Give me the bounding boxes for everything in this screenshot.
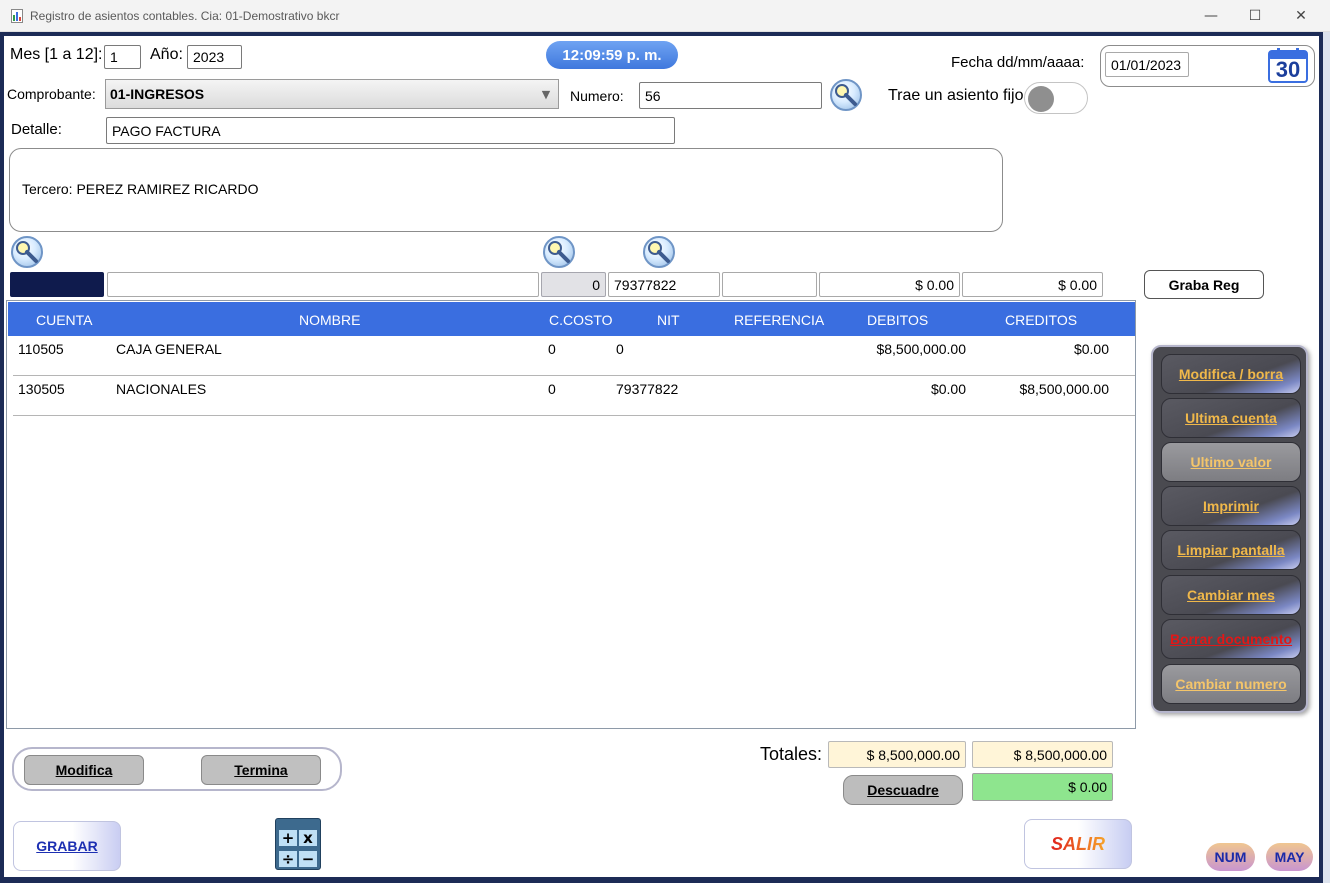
background-window — [1323, 32, 1330, 883]
cambiar-numero-button[interactable]: Cambiar numero — [1161, 664, 1301, 704]
salir-button[interactable]: SALIR — [1024, 819, 1132, 869]
num-lock-indicator: NUM — [1206, 843, 1255, 871]
search-nit-icon[interactable] — [643, 236, 675, 268]
cell-nombre: NACIONALES — [116, 381, 207, 397]
col-header-nombre[interactable]: NOMBRE — [299, 312, 360, 328]
close-button[interactable]: ✕ — [1278, 4, 1324, 28]
numero-input[interactable]: 56 — [639, 82, 822, 109]
termina-button[interactable]: Termina — [201, 755, 321, 785]
limpiar-pantalla-button[interactable]: Limpiar pantalla — [1161, 530, 1301, 570]
actions-panel: Modifica / borra Ultima cuenta Ultimo va… — [1151, 345, 1308, 713]
total-creditos: $ 8,500,000.00 — [972, 741, 1113, 768]
search-cuenta-icon[interactable] — [11, 236, 43, 268]
window-frame — [0, 32, 1330, 36]
ccosto-entry-input[interactable]: 0 — [541, 272, 606, 297]
calc-key: − — [299, 851, 317, 867]
cell-creditos: $0.00 — [1073, 341, 1109, 357]
toggle-knob — [1028, 86, 1054, 112]
ultimo-valor-button[interactable]: Ultimo valor — [1161, 442, 1301, 482]
nombre-entry-input[interactable] — [107, 272, 539, 297]
cell-ccosto: 0 — [548, 341, 556, 357]
calc-key: + — [279, 830, 297, 846]
asiento-fijo-label: Trae un asiento fijo — [888, 87, 1024, 104]
comprobante-select[interactable]: 01-INGRESOS — [105, 79, 559, 109]
cell-nit: 0 — [616, 341, 624, 357]
detalle-label: Detalle: — [11, 121, 62, 138]
modifica-button[interactable]: Modifica — [24, 755, 144, 785]
modifica-borra-button[interactable]: Modifica / borra — [1161, 354, 1301, 394]
mes-input[interactable]: 1 — [104, 45, 141, 69]
calculator-icon[interactable]: + x ÷ − — [275, 818, 321, 870]
descuadre-value: $ 0.00 — [972, 773, 1113, 801]
grabar-button[interactable]: GRABAR — [13, 821, 121, 871]
total-debitos: $ 8,500,000.00 — [828, 741, 966, 768]
table-row[interactable]: 130505 NACIONALES 0 79377822 $0.00 $8,50… — [13, 376, 1135, 416]
debitos-entry-input[interactable]: $ 0.00 — [819, 272, 960, 297]
creditos-entry-input[interactable]: $ 0.00 — [962, 272, 1103, 297]
window-frame — [0, 32, 4, 883]
app-icon — [11, 9, 23, 23]
window-title: Registro de asientos contables. Cia: 01-… — [30, 9, 340, 23]
cell-cuenta: 110505 — [18, 341, 64, 357]
graba-reg-button[interactable]: Graba Reg — [1144, 270, 1264, 299]
totales-label: Totales: — [760, 744, 823, 764]
ano-input[interactable]: 2023 — [187, 45, 242, 69]
cell-nombre: CAJA GENERAL — [116, 341, 222, 357]
comprobante-label: Comprobante: — [7, 86, 96, 102]
cuenta-entry-input[interactable] — [10, 272, 104, 297]
col-header-referencia[interactable]: REFERENCIA — [734, 312, 824, 328]
cell-debitos: $8,500,000.00 — [876, 341, 966, 357]
salir-label: SALIR — [1051, 833, 1105, 854]
cell-cuenta: 130505 — [18, 381, 65, 397]
ano-label: Año: — [150, 46, 183, 63]
col-header-cuenta[interactable]: CUENTA — [36, 312, 93, 328]
tercero-text: Tercero: PEREZ RAMIREZ RICARDO — [22, 181, 259, 197]
search-numero-icon[interactable] — [830, 79, 862, 111]
asiento-fijo-toggle[interactable] — [1024, 82, 1088, 114]
clock-display: 12:09:59 p. m. — [546, 41, 678, 69]
caps-lock-indicator: MAY — [1266, 843, 1313, 871]
calc-key: ÷ — [279, 851, 297, 867]
col-header-nit[interactable]: NIT — [657, 312, 680, 328]
col-header-debitos[interactable]: DEBITOS — [867, 312, 928, 328]
referencia-entry-input[interactable] — [722, 272, 817, 297]
cell-creditos: $8,500,000.00 — [1019, 381, 1109, 397]
cell-ccosto: 0 — [548, 381, 556, 397]
col-header-ccosto[interactable]: C.COSTO — [549, 312, 613, 328]
grid-header: CUENTA NOMBRE C.COSTO NIT REFERENCIA DEB… — [8, 302, 1135, 336]
table-row[interactable]: 110505 CAJA GENERAL 0 0 $8,500,000.00 $0… — [13, 336, 1135, 376]
cell-debitos: $0.00 — [930, 381, 966, 397]
ultima-cuenta-button[interactable]: Ultima cuenta — [1161, 398, 1301, 438]
search-ccosto-icon[interactable] — [543, 236, 575, 268]
mes-label: Mes [1 a 12]: — [10, 46, 103, 63]
calc-key: x — [299, 830, 317, 846]
descuadre-button[interactable]: Descuadre — [843, 775, 963, 805]
minimize-button[interactable]: — — [1188, 4, 1234, 28]
cambiar-mes-button[interactable]: Cambiar mes — [1161, 575, 1301, 615]
maximize-button[interactable]: ☐ — [1232, 4, 1278, 28]
numero-label: Numero: — [570, 88, 624, 104]
fecha-input[interactable]: 01/01/2023 — [1105, 52, 1189, 77]
borrar-documento-button[interactable]: Borrar documento — [1161, 619, 1301, 659]
calendar-day: 30 — [1275, 57, 1301, 82]
nit-entry-input[interactable]: 79377822 — [608, 272, 720, 297]
fecha-label: Fecha dd/mm/aaaa: — [951, 54, 1085, 71]
col-header-creditos[interactable]: CREDITOS — [1005, 312, 1077, 328]
detalle-input[interactable]: PAGO FACTURA — [106, 117, 675, 144]
cell-nit: 79377822 — [616, 381, 679, 397]
window-frame — [0, 877, 1330, 883]
imprimir-button[interactable]: Imprimir — [1161, 486, 1301, 526]
chevron-down-icon[interactable]: ▼ — [534, 80, 558, 108]
